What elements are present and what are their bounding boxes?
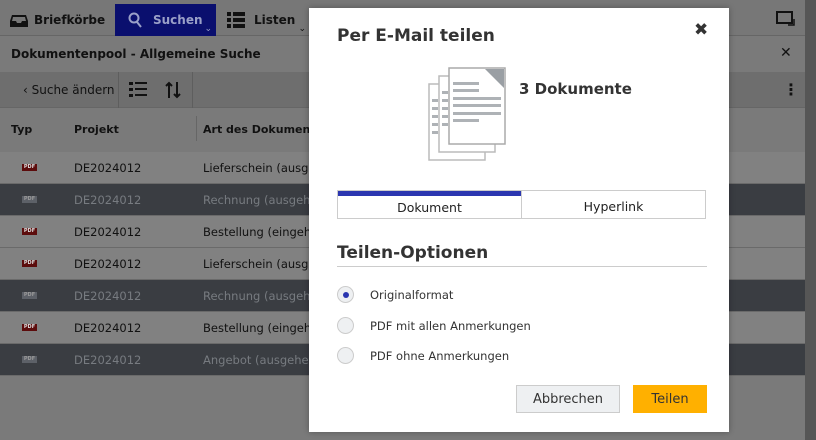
- divider: [192, 72, 193, 108]
- share-button[interactable]: Teilen: [633, 385, 707, 413]
- back-button[interactable]: ‹ Suche ändern: [23, 83, 115, 97]
- column-art[interactable]: Art des Dokuments: [203, 123, 322, 136]
- divider: [118, 72, 119, 108]
- section-heading: Teilen-Optionen: [337, 243, 707, 267]
- scrollbar[interactable]: [805, 0, 816, 440]
- cell-projekt: DE2024012: [74, 257, 142, 271]
- tab-hyperlink[interactable]: Hyperlink: [521, 191, 705, 218]
- tab-dokument[interactable]: Dokument: [338, 191, 521, 218]
- pdf-icon: PDF: [22, 164, 37, 171]
- sort-icon[interactable]: [165, 81, 181, 99]
- cell-projekt: DE2024012: [74, 225, 142, 239]
- cell-projekt: DE2024012: [74, 193, 142, 207]
- share-tabs: Dokument Hyperlink: [337, 190, 706, 219]
- option-pdf-mit-anmerkungen[interactable]: PDF mit allen Anmerkungen: [337, 317, 531, 334]
- search-icon: [128, 12, 142, 28]
- nav-suchen[interactable]: Suchen ⌄: [115, 4, 216, 36]
- cell-art: Rechnung (ausgehe: [203, 193, 318, 207]
- share-dialog: Per E-Mail teilen ✖ 3 Dokumente Dokument…: [309, 8, 729, 432]
- option-originalformat[interactable]: Originalformat: [337, 286, 453, 303]
- dialog-title: Per E-Mail teilen: [337, 26, 495, 46]
- chevron-down-icon[interactable]: ⌄: [204, 24, 212, 34]
- cell-art: Rechnung (ausgehe: [203, 289, 318, 303]
- column-typ[interactable]: Typ: [11, 123, 32, 136]
- cell-art: Lieferschein (ausgeh: [203, 161, 323, 175]
- radio-checked[interactable]: [337, 286, 354, 303]
- cell-art: Bestellung (eingehe: [203, 321, 319, 335]
- radio-unchecked[interactable]: [337, 317, 354, 334]
- nav-briefkoerbe[interactable]: Briefkörbe: [10, 4, 110, 36]
- pdf-icon: PDF: [22, 356, 37, 363]
- list-view-icon[interactable]: [129, 82, 147, 98]
- cell-art: Lieferschein (ausgeh: [203, 257, 323, 271]
- cell-projekt: DE2024012: [74, 321, 142, 335]
- documents-icon: [428, 67, 506, 161]
- cell-art: Angebot (ausgehend: [203, 353, 324, 367]
- window-restore-icon[interactable]: [776, 10, 796, 27]
- pdf-icon: PDF: [22, 324, 37, 331]
- more-options-icon[interactable]: ⋮: [783, 80, 799, 99]
- close-icon[interactable]: ✖: [694, 20, 708, 40]
- cancel-button[interactable]: Abbrechen: [516, 385, 620, 413]
- list-icon: [227, 12, 245, 28]
- column-projekt[interactable]: Projekt: [74, 123, 119, 136]
- pdf-icon: PDF: [22, 292, 37, 299]
- radio-unchecked[interactable]: [337, 347, 354, 364]
- nav-listen[interactable]: Listen ⌄: [216, 4, 310, 36]
- close-icon[interactable]: ✕: [780, 45, 792, 61]
- option-pdf-ohne-anmerkungen[interactable]: PDF ohne Anmerkungen: [337, 347, 509, 364]
- pdf-icon: PDF: [22, 228, 37, 235]
- cell-projekt: DE2024012: [74, 353, 142, 367]
- chevron-down-icon[interactable]: ⌄: [298, 24, 306, 34]
- cell-projekt: DE2024012: [74, 161, 142, 175]
- divider: [196, 116, 197, 141]
- pdf-icon: PDF: [22, 196, 37, 203]
- cell-projekt: DE2024012: [74, 289, 142, 303]
- cell-art: Bestellung (eingehe: [203, 225, 319, 239]
- document-count: 3 Dokumente: [519, 80, 632, 98]
- pdf-icon: PDF: [22, 260, 37, 267]
- inbox-icon: [10, 15, 28, 27]
